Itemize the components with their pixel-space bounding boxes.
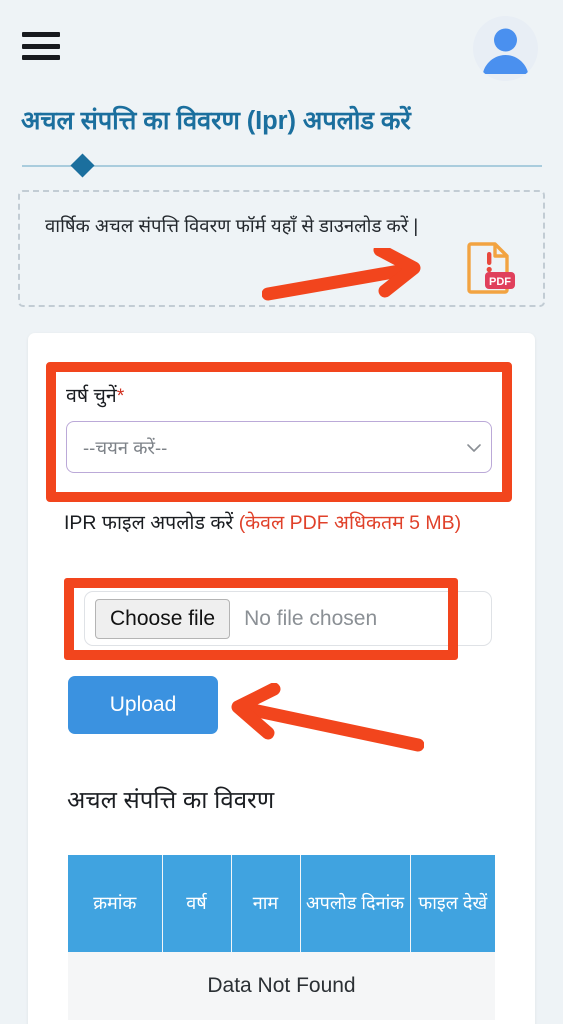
divider-line: [22, 165, 542, 167]
upload-button[interactable]: Upload: [68, 676, 218, 734]
pdf-file-icon[interactable]: PDF: [459, 238, 521, 300]
table-heading: अचल संपत्ति का विवरण: [67, 787, 275, 814]
ipr-label-note: (केवल PDF अधिकतम 5 MB): [238, 512, 462, 534]
no-file-chosen-text: No file chosen: [244, 606, 378, 630]
table-body: Data Not Found: [68, 952, 495, 1020]
year-select[interactable]: --चयन करें--: [66, 421, 492, 473]
user-avatar-icon[interactable]: [473, 16, 538, 81]
table-header-row: क्रमांक वर्ष नाम अपलोड दिनांक फाइल देखें: [68, 855, 495, 952]
hamburger-bar: [22, 32, 60, 37]
svg-text:PDF: PDF: [489, 276, 511, 288]
ipr-records-table: क्रमांक वर्ष नाम अपलोड दिनांक फाइल देखें…: [68, 855, 495, 1020]
download-instruction-text: वार्षिक अचल संपत्ति विवरण फॉर्म यहाँ से …: [45, 215, 419, 236]
hamburger-bar: [22, 43, 60, 49]
year-label-text: वर्ष चुनें: [66, 385, 117, 407]
required-asterisk: *: [116, 385, 125, 407]
file-input-row[interactable]: Choose file No file chosen: [84, 591, 492, 646]
column-header-name: नाम: [231, 855, 301, 952]
empty-state-message: Data Not Found: [68, 952, 495, 1020]
page-title: अचल संपत्ति का विवरण (Ipr) अपलोड करें: [21, 107, 411, 135]
year-select-label: वर्ष चुनें*: [66, 381, 124, 408]
column-header-year: वर्ष: [162, 855, 232, 952]
choose-file-button[interactable]: Choose file: [95, 598, 231, 639]
column-header-upload-date: अपलोड दिनांक: [300, 855, 411, 952]
table-row: Data Not Found: [68, 952, 495, 1020]
column-header-view-file: फाइल देखें: [410, 855, 495, 952]
section-divider: [22, 153, 542, 178]
ipr-label-text: IPR फाइल अपलोड करें: [64, 512, 239, 534]
column-header-serial: क्रमांक: [68, 855, 163, 952]
ipr-file-label: IPR फाइल अपलोड करें (केवल PDF अधिकतम 5 M…: [64, 508, 494, 539]
hamburger-menu-icon[interactable]: [22, 32, 60, 60]
hamburger-bar: [22, 55, 60, 60]
table-head: क्रमांक वर्ष नाम अपलोड दिनांक फाइल देखें: [68, 855, 495, 952]
divider-diamond-icon: [70, 153, 95, 178]
top-bar: [0, 0, 563, 95]
pdf-glyph: PDF: [467, 242, 515, 294]
avatar-glyph: [483, 28, 528, 74]
